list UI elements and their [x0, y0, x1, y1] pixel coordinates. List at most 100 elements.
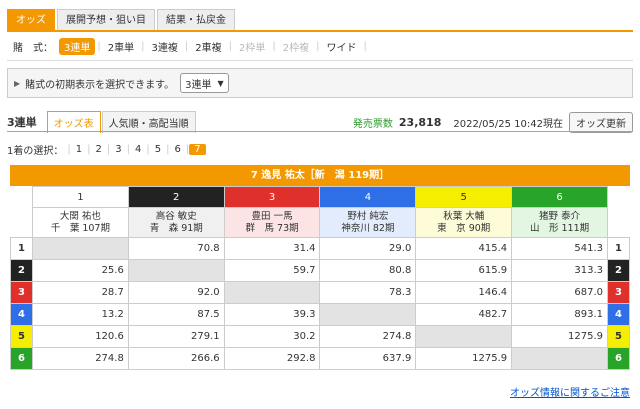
lane-number-4: 4 [607, 303, 630, 326]
blank-cell [608, 208, 630, 238]
bet-type-trio[interactable]: 3連複 [147, 38, 183, 55]
odds-cell [415, 325, 513, 348]
odds-row: 2 25.6 59.7 80.8 615.9 313.3 2 [10, 259, 630, 282]
tab-popularity[interactable]: 人気順・高配当順 [101, 111, 196, 133]
column-number-row: 123456 [11, 186, 630, 208]
first-place-option-1[interactable]: 1 [71, 144, 87, 155]
odds-cell: 29.0 [319, 237, 417, 260]
tab-prediction[interactable]: 展開予想・狙い目 [57, 9, 155, 31]
bet-type-title: 3連単 [7, 116, 37, 129]
bet-type-trifecta[interactable]: 3連単 [59, 38, 96, 55]
rider-cell-6: 猪野 泰介山 形 111期 [511, 207, 608, 238]
timestamp: 2022/05/25 10:42現在 [453, 118, 563, 130]
separator: | [97, 41, 101, 52]
tab-odds[interactable]: オッズ [7, 9, 55, 31]
column-number-4: 4 [319, 186, 417, 208]
first-place-option-3[interactable]: 3 [110, 144, 126, 155]
tab-odds-table[interactable]: オッズ表 [46, 111, 101, 133]
rider-region: 青 森 91期 [149, 222, 203, 234]
odds-cell: 274.8 [32, 347, 129, 370]
blank-cell [608, 187, 630, 208]
separator: | [316, 41, 320, 52]
odds-cell: 274.8 [319, 325, 417, 348]
odds-cell [511, 347, 608, 370]
odds-cell [319, 303, 417, 326]
lane-number-3: 3 [10, 281, 33, 304]
bet-type-row: 賭 式： 3連単 | 2車単 | 3連複 | 2車複 | 2枠単 | 2枠複 |… [7, 33, 633, 61]
bet-type-exacta[interactable]: 2車単 [103, 38, 139, 55]
odds-cell: 28.7 [32, 281, 129, 304]
bet-type-bracket-exacta: 2枠単 [239, 43, 266, 54]
odds-cell: 25.6 [32, 259, 129, 282]
rider-name: 野村 純宏 [347, 210, 389, 222]
column-number-6: 6 [511, 186, 608, 208]
odds-cell: 482.7 [415, 303, 513, 326]
odds-cell: 59.7 [223, 259, 321, 282]
separator: | [272, 41, 276, 52]
sales-label: 発売票数 [352, 118, 393, 130]
lane-number-3: 3 [607, 281, 630, 304]
odds-notice-link[interactable]: オッズ情報に関するご注意 [510, 384, 630, 399]
odds-row: 5 120.6 279.1 30.2 274.8 1275.9 5 [10, 325, 630, 348]
first-place-option-6[interactable]: 6 [170, 144, 186, 155]
lane-number-4: 4 [10, 303, 33, 326]
odds-cell: 146.4 [415, 281, 513, 304]
rider-name: 大関 祐也 [59, 210, 101, 222]
initial-display-select[interactable]: 3連単 ▼ [180, 73, 229, 93]
odds-cell: 13.2 [32, 303, 129, 326]
odds-cell: 279.1 [127, 325, 225, 348]
first-place-option-2[interactable]: 2 [91, 144, 107, 155]
odds-cell: 292.8 [223, 347, 321, 370]
rider-name: 高谷 敏史 [155, 210, 197, 222]
rider-cell-4: 野村 純宏 神奈川 82期 [319, 207, 417, 238]
tab-results[interactable]: 結果・払戻金 [157, 9, 235, 31]
odds-cell: 541.3 [511, 237, 608, 260]
odds-cell: 893.1 [511, 303, 608, 326]
column-number-1: 1 [32, 186, 129, 208]
tab-underline [7, 30, 633, 32]
odds-cell: 1275.9 [511, 325, 608, 348]
odds-cell: 39.3 [223, 303, 321, 326]
odds-cell: 415.4 [415, 237, 513, 260]
separator: | [184, 41, 189, 52]
top-tabs: オッズ 展開予想・狙い目 結果・払戻金 [7, 9, 235, 31]
odds-update-button[interactable]: オッズ更新 [569, 111, 633, 133]
rider-name: 秋葉 大輔 [443, 210, 485, 222]
odds-row: 6 274.8 266.6 292.8 637.9 1275.9 6 [10, 347, 630, 370]
odds-cell: 70.8 [127, 237, 225, 260]
first-place-option-5[interactable]: 5 [150, 144, 166, 155]
odds-cell: 30.2 [223, 325, 321, 348]
lane-number-1: 1 [10, 237, 33, 260]
rider-region: 神奈川 82期 [341, 222, 395, 234]
first-place-option-4[interactable]: 4 [130, 144, 146, 155]
rider-cell-5: 秋葉 大輔東 京 90期 [415, 207, 513, 238]
odds-table: 1 2 3 4 5 6 大関 祐也千 葉 107期 高谷 敏史青 森 91期 豊田 一馬群 馬 … [10, 186, 630, 370]
first-place-option-7[interactable]: 7 [189, 143, 206, 155]
initial-display-value: 3連単 [185, 79, 212, 91]
odds-row: 4 13.2 87.5 39.3 482.7 893.1 4 [10, 303, 630, 326]
odds-sub-header: 3連単 オッズ表 人気順・高配当順 発売票数 23,818 2022/05/25… [7, 111, 633, 133]
odds-cell [127, 259, 225, 282]
first-place-rider-header: 7 逸見 祐太［新 潟 119期］ [10, 165, 630, 186]
rider-cell-2: 高谷 敏史青 森 91期 [127, 207, 225, 238]
odds-cell [32, 237, 129, 260]
odds-cell: 313.3 [511, 259, 608, 282]
odds-cell: 78.3 [319, 281, 417, 304]
lane-number-6: 6 [10, 347, 33, 370]
bet-type-label: 賭 式： [13, 43, 53, 54]
bet-type-wide[interactable]: ワイド [322, 38, 362, 55]
chevron-down-icon: ▼ [217, 78, 224, 88]
odds-cell: 637.9 [319, 347, 417, 370]
odds-cell: 687.0 [511, 281, 608, 304]
column-number-3: 3 [223, 186, 321, 208]
lane-number-5: 5 [10, 325, 33, 348]
rider-cell-3: 豊田 一馬群 馬 73期 [223, 207, 321, 238]
initial-display-box: ▶ 賭式の初期表示を選択できます。 3連単 ▼ [7, 68, 633, 98]
column-number-2: 2 [127, 186, 225, 208]
rider-name-row: 大関 祐也千 葉 107期 高谷 敏史青 森 91期 豊田 一馬群 馬 73期 野村 … [11, 207, 630, 238]
sales-info: 発売票数 23,818 2022/05/25 10:42現在 オッズ更新 [352, 111, 633, 133]
bet-type-quinella[interactable]: 2車複 [190, 38, 226, 55]
separator: | [228, 41, 232, 52]
rider-cell-1: 大関 祐也千 葉 107期 [32, 207, 129, 238]
rider-region: 千 葉 107期 [50, 222, 110, 234]
